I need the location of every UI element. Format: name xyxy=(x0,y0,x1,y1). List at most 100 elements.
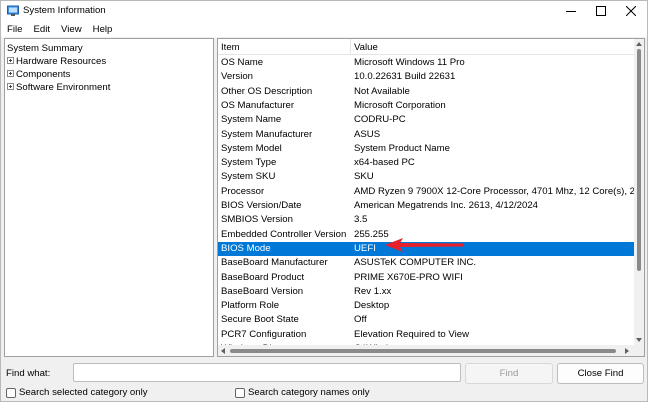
scroll-down-icon[interactable] xyxy=(636,337,642,343)
menu-edit[interactable]: Edit xyxy=(28,24,55,35)
row-value-cell: 10.0.22631 Build 22631 xyxy=(354,71,456,83)
row-value-cell: Not Available xyxy=(354,85,410,97)
tree-item-components[interactable]: Components xyxy=(7,68,70,81)
search-category-names-checkbox[interactable] xyxy=(235,387,245,398)
details-list[interactable]: Item Value OS Name Microsoft Windows 11 P… xyxy=(217,38,645,357)
category-tree[interactable]: System Summary Hardware Resources Compon… xyxy=(4,38,214,357)
row-value-cell: Microsoft Windows 11 Pro xyxy=(354,57,465,68)
row-item-cell: System Model xyxy=(221,142,282,154)
row-value-cell: PRIME X670E-PRO WIFI xyxy=(354,271,463,283)
minimize-button[interactable] xyxy=(556,1,586,21)
vertical-scroll-thumb[interactable] xyxy=(637,49,641,271)
tree-item-label: System Summary xyxy=(7,43,83,54)
table-row[interactable]: System Model System Product Name xyxy=(218,142,634,156)
find-button[interactable]: Find xyxy=(465,363,553,384)
row-value-cell: American Megatrends Inc. 2613, 4/12/2024 xyxy=(354,200,538,211)
row-value-cell: CODRU-PC xyxy=(354,114,406,126)
table-row[interactable]: OS Name Microsoft Windows 11 Pro xyxy=(218,56,634,70)
expand-icon[interactable] xyxy=(7,69,14,77)
find-what-label: Find what: xyxy=(6,368,51,379)
expand-icon[interactable] xyxy=(7,82,14,90)
row-item-cell: Version xyxy=(221,71,253,83)
horizontal-scrollbar[interactable] xyxy=(218,345,634,356)
row-value-cell: UEFI xyxy=(354,242,376,254)
column-header-item[interactable]: Item xyxy=(221,41,240,54)
table-row[interactable]: Secure Boot State Off xyxy=(218,313,634,327)
menu-bar: File Edit View Help xyxy=(1,21,647,37)
row-item-cell: Platform Role xyxy=(221,300,280,312)
row-item-cell: BaseBoard Product xyxy=(221,271,305,283)
row-item-cell: BIOS Version/Date xyxy=(221,200,302,211)
row-value-cell: AMD Ryzen 9 7900X 12-Core Processor, 470… xyxy=(354,185,645,197)
table-row[interactable]: BaseBoard Version Rev 1.xx xyxy=(218,285,634,299)
search-selected-category-option[interactable]: Search selected category only xyxy=(6,387,148,398)
row-value-cell: System Product Name xyxy=(354,142,450,154)
row-item-cell: Secure Boot State xyxy=(221,314,299,326)
table-row[interactable]: BIOS Version/Date American Megatrends Inc… xyxy=(218,199,634,213)
horizontal-scroll-thumb[interactable] xyxy=(230,349,616,353)
expand-icon[interactable] xyxy=(7,56,14,64)
column-divider[interactable] xyxy=(350,39,351,55)
table-row[interactable]: BaseBoard Manufacturer ASUSTeK COMPUTER I… xyxy=(218,256,634,270)
menu-view[interactable]: View xyxy=(56,24,87,35)
row-item-cell: System SKU xyxy=(221,171,276,183)
search-category-names-option[interactable]: Search category names only xyxy=(235,387,370,398)
scroll-right-icon[interactable] xyxy=(624,348,630,354)
tree-item-label: Components xyxy=(16,69,71,80)
minimize-icon xyxy=(566,11,576,12)
row-value-cell: Elevation Required to View xyxy=(354,328,470,340)
row-value-cell: SKU xyxy=(354,171,374,183)
row-item-cell: Embedded Controller Version xyxy=(221,228,347,240)
search-selected-category-label: Search selected category only xyxy=(19,387,148,398)
table-row[interactable]: System SKU SKU xyxy=(218,170,634,184)
row-item-cell: BIOS Mode xyxy=(221,242,271,254)
table-row[interactable]: Version 10.0.22631 Build 22631 xyxy=(218,70,634,84)
tree-item-software-environment[interactable]: Software Environment xyxy=(7,81,110,94)
row-item-cell: System Name xyxy=(221,114,282,126)
tree-item-hardware-resources[interactable]: Hardware Resources xyxy=(7,55,106,68)
table-row[interactable]: SMBIOS Version 3.5 xyxy=(218,213,634,227)
row-item-cell: PCR7 Configuration xyxy=(221,328,307,340)
system-information-window: System Information File Edit View Help S… xyxy=(0,0,648,402)
search-category-names-label: Search category names only xyxy=(248,387,370,398)
row-item-cell: OS Name xyxy=(221,57,264,68)
table-row[interactable]: System Manufacturer ASUS xyxy=(218,128,634,142)
menu-file[interactable]: File xyxy=(2,24,27,35)
scrollbar-corner xyxy=(634,345,644,356)
row-value-cell: ASUSTeK COMPUTER INC. xyxy=(354,257,477,269)
column-header-value[interactable]: Value xyxy=(354,41,378,54)
window-title: System Information xyxy=(23,5,106,16)
close-button[interactable] xyxy=(616,1,646,21)
vertical-scrollbar[interactable] xyxy=(634,39,644,345)
tree-item-system-summary[interactable]: System Summary xyxy=(7,42,83,55)
table-row[interactable]: Platform Role Desktop xyxy=(218,299,634,313)
row-item-cell: SMBIOS Version xyxy=(221,214,293,226)
table-row[interactable]: System Type x64-based PC xyxy=(218,156,634,170)
table-row[interactable]: PCR7 Configuration Elevation Required to … xyxy=(218,328,634,342)
row-value-cell: x64-based PC xyxy=(354,157,415,169)
maximize-button[interactable] xyxy=(586,1,616,21)
row-item-cell: OS Manufacturer xyxy=(221,99,295,111)
row-value-cell: 3.5 xyxy=(354,214,368,226)
scroll-up-icon[interactable] xyxy=(636,41,642,47)
search-selected-category-checkbox[interactable] xyxy=(6,387,16,398)
find-what-input[interactable] xyxy=(73,363,461,382)
table-row[interactable]: Other OS Description Not Available xyxy=(218,85,634,99)
scroll-left-icon[interactable] xyxy=(220,348,226,354)
tree-item-label: Software Environment xyxy=(16,82,111,93)
row-item-cell: System Manufacturer xyxy=(221,128,313,140)
row-item-cell: BaseBoard Manufacturer xyxy=(221,257,328,269)
close-icon xyxy=(626,6,636,16)
system-info-icon xyxy=(7,5,19,17)
list-header: Item Value xyxy=(218,39,634,55)
table-row[interactable]: OS Manufacturer Microsoft Corporation xyxy=(218,99,634,113)
row-item-cell: BaseBoard Version xyxy=(221,285,304,297)
row-item-cell: Processor xyxy=(221,185,265,197)
menu-help[interactable]: Help xyxy=(88,24,118,35)
row-item-cell: System Type xyxy=(221,157,277,169)
row-value-cell: ASUS xyxy=(354,128,381,140)
table-row[interactable]: Processor AMD Ryzen 9 7900X 12-Core Proce… xyxy=(218,185,644,199)
table-row[interactable]: System Name CODRU-PC xyxy=(218,113,634,127)
close-find-button[interactable]: Close Find xyxy=(557,363,644,384)
table-row[interactable]: BaseBoard Product PRIME X670E-PRO WIFI xyxy=(218,271,634,285)
